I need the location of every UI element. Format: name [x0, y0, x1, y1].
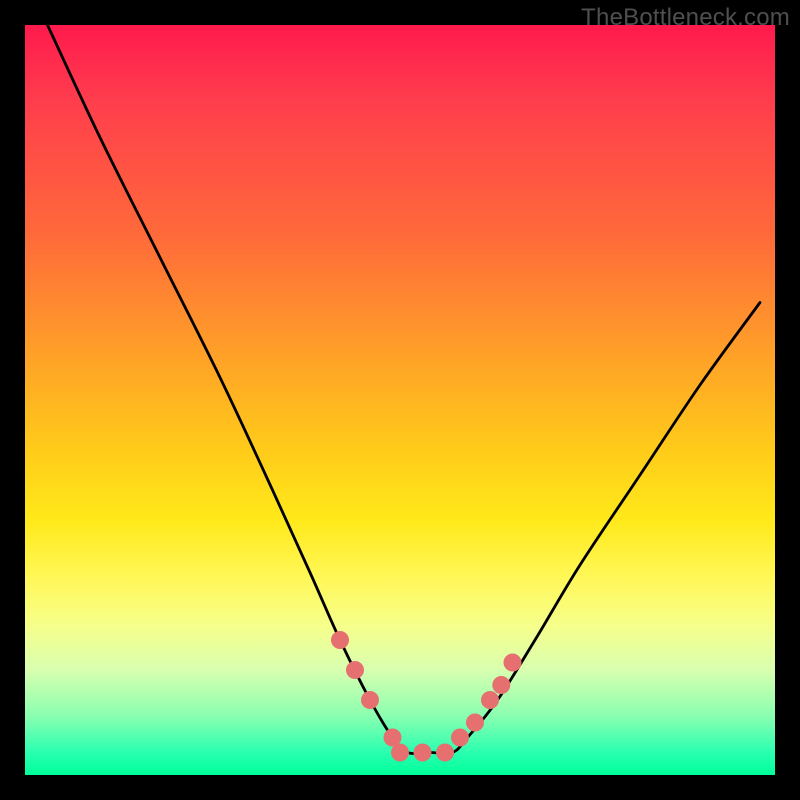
marker-dot — [451, 729, 469, 747]
marker-dot — [414, 744, 432, 762]
marker-dot — [346, 661, 364, 679]
marker-dot — [391, 744, 409, 762]
marker-dot — [331, 631, 349, 649]
chart-svg — [25, 25, 775, 775]
bottleneck-curve — [48, 25, 761, 754]
marker-dot — [481, 691, 499, 709]
marker-dot — [504, 654, 522, 672]
marker-dot — [466, 714, 484, 732]
watermark-text: TheBottleneck.com — [581, 4, 790, 32]
marker-dot — [492, 676, 510, 694]
marker-dot — [436, 744, 454, 762]
chart-frame: TheBottleneck.com — [0, 0, 800, 800]
marker-dot — [361, 691, 379, 709]
highlighted-points — [331, 631, 522, 762]
